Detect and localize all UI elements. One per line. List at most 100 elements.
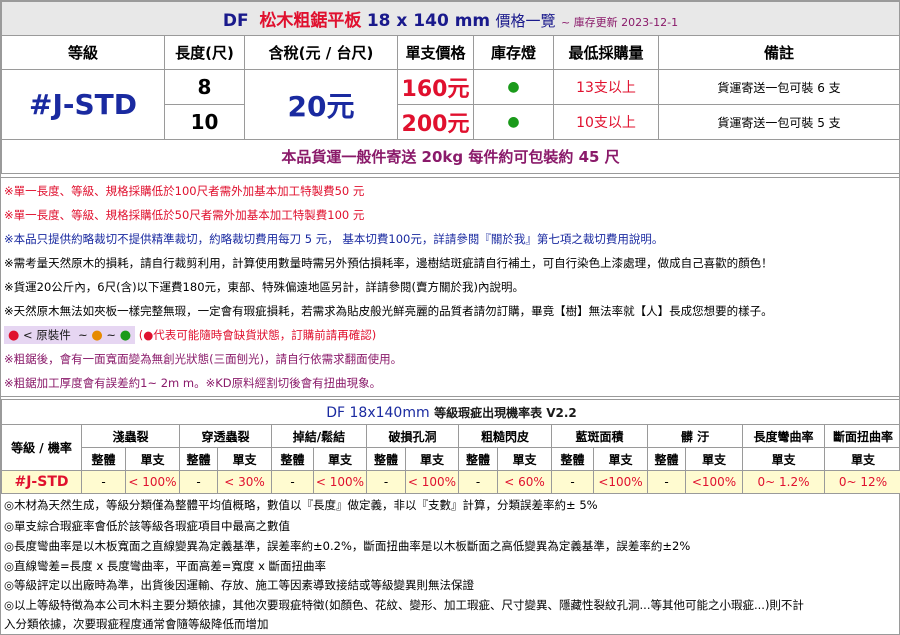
price-sheet: DF 松木粗鋸平板 18 x 140 mm 價格一覽 ~ 庫存更新 2023-1… [0, 0, 900, 635]
length-cell: 10 [164, 104, 245, 140]
whole-subheader: 整體 [458, 447, 498, 471]
price-table: DF 松木粗鋸平板 18 x 140 mm 價格一覽 ~ 庫存更新 2023-1… [0, 1, 900, 174]
defect-group-header: 破損孔洞 [366, 424, 459, 448]
whole-subheader: 整體 [366, 447, 406, 471]
defect-single-value: < 30% [217, 470, 272, 494]
defect-whole-value: - [458, 470, 498, 494]
orange-dot-icon: ● [91, 328, 103, 343]
defect-whole-value: - [366, 470, 406, 494]
footnote-line: ◎以上等級特徵為本公司木料主要分類依據，其他次要瑕疵特徵(如顏色、花紋、變形、加… [4, 598, 804, 612]
defect-group-header: 穿透蟲裂 [179, 424, 272, 448]
legend-tilde: ~ [106, 328, 117, 342]
min-qty-cell: 13支以上 [553, 69, 659, 105]
stock-dot-icon: ● [473, 69, 554, 105]
defect-subtitle: 等級瑕疵出現機率表 V2.2 [434, 405, 577, 420]
single-subheader: 單支 [125, 447, 180, 471]
defect-group-header: 髒 汙 [647, 424, 743, 448]
single-subheader: 單支 [405, 447, 459, 471]
note-line: ※單一長度、等級、規格採購低於100尺者需外加基本加工特製費50 元 [4, 184, 365, 198]
single-subheader: 單支 [593, 447, 648, 471]
whole-subheader: 整體 [179, 447, 218, 471]
title-brand: DF [222, 11, 249, 31]
note-line: ※貨運20公斤內，6尺(含)以下運費180元，東部、特殊偏遠地區另計，詳請參閱(… [4, 280, 524, 294]
legend-tilde: ~ [78, 328, 88, 342]
remark-cell: 貨運寄送一包可裝 6 支 [657, 69, 900, 105]
defect-single-value: < 100% [313, 470, 367, 494]
defect-whole-value: - [179, 470, 218, 494]
defect-table: DF 18x140mm 等級瑕疵出現機率表 V2.2 等級 / 機率 淺蟲裂 穿… [0, 399, 900, 494]
defect-title: DF 18x140mm [326, 404, 430, 421]
header-length: 長度(尺) [164, 35, 245, 70]
header-remarks: 備註 [657, 35, 900, 70]
header-unit-price: 單支價格 [397, 35, 474, 70]
defect-group-header: 粗糙閃皮 [458, 424, 552, 448]
defect-single-value: 0~ 1.2% [742, 470, 825, 494]
single-subheader: 單支 [313, 447, 367, 471]
grade-cell: #J-STD [1, 69, 165, 140]
header-stock: 庫存燈 [473, 35, 554, 70]
title-product: 松木粗鋸平板 [259, 11, 362, 31]
green-dot-icon: ● [119, 328, 132, 343]
footnote-line: ◎長度彎曲率是以木板寬面之直線變異為定義基準，誤差率約±0.2%，斷面扭曲率是以… [4, 539, 691, 553]
defect-group-header: 淺蟲裂 [81, 424, 180, 448]
unit-price-cell: 160元 [397, 69, 474, 105]
defect-whole-value: - [271, 470, 314, 494]
stock-legend: ● < 原裝件 ~ ● ~ ● (●代表可能隨時會缺貨狀態，訂購前請再確認) [4, 326, 376, 344]
single-subheader: 單支 [217, 447, 272, 471]
defect-single-value: <100% [685, 470, 743, 494]
single-subheader: 單支 [742, 447, 825, 471]
legend-label: < 原裝件 [23, 328, 71, 342]
defect-single-value: < 100% [405, 470, 459, 494]
defect-whole-value: - [81, 470, 126, 494]
length-cell: 8 [164, 69, 245, 105]
footnote-line: 入分類依據，次要瑕疵程度通常會隨等級降低而增加 [4, 617, 269, 631]
defect-single-value: < 60% [497, 470, 552, 494]
footnote-line: ◎木材為天然生成，等級分類僅為整體平均值概略，數值以『長度』做定義，非以『支數』… [4, 498, 598, 512]
defect-whole-value: - [647, 470, 686, 494]
note-line: ※粗鋸後，會有一面寬面變為無創光狀態(三面刨光)，請自行依需求翻面使用。 [4, 352, 403, 366]
title-suffix: 價格一覽 [495, 12, 556, 30]
note-line: ※本品只提供約略裁切不提供精準裁切，約略裁切費用每刀 5 元， 基本切費100元… [4, 232, 664, 246]
shipping-note: 本品貨運一般件寄送 20kg 每件約可包裝約 45 尺 [0, 139, 900, 174]
page-title: DF 松木粗鋸平板 18 x 140 mm 價格一覽 ~ 庫存更新 2023-1… [0, 1, 900, 36]
footnote-line: ◎單支綜合瑕疵率會低於該等級各瑕疵項目中最高之數值 [4, 519, 291, 533]
legend-note: (●代表可能隨時會缺貨狀態，訂購前請再確認) [138, 328, 377, 342]
defect-single-value: < 100% [125, 470, 180, 494]
defect-single-value: <100% [593, 470, 648, 494]
single-subheader: 單支 [685, 447, 743, 471]
whole-subheader: 整體 [81, 447, 126, 471]
footnote-line: ◎等級評定以出廠時為準，出貨後因運輸、存放、施工等因素導致接結或等級變異則無法保… [4, 578, 475, 592]
red-dot-icon: ● [8, 328, 20, 343]
header-min-qty: 最低採購量 [553, 35, 659, 70]
note-line: ※單一長度、等級、規格採購低於50尺者需外加基本加工特製費100 元 [4, 208, 365, 222]
stock-legend-box: ● < 原裝件 ~ ● ~ ● [4, 326, 136, 344]
title-updated: ~ 庫存更新 2023-12-1 [560, 16, 679, 29]
remark-cell: 貨運寄送一包可裝 5 支 [657, 104, 900, 140]
note-line: ※需考量天然原木的損耗，請自行裁剪利用，計算使用數量時需另外預估損耗率，邊樹結斑… [4, 256, 773, 270]
stock-dot-icon: ● [473, 104, 554, 140]
header-grade: 等級 [1, 35, 165, 70]
single-subheader: 單支 [823, 447, 900, 471]
title-dim: 18 x 140 mm [366, 11, 491, 31]
defect-single-value: 0~ 12% [823, 470, 900, 494]
defect-grade-cell: #J-STD [1, 470, 82, 494]
unit-price-cell: 200元 [397, 104, 474, 140]
price-per-unit: 20元 [244, 69, 398, 140]
defect-group-header: 長度彎曲率 [742, 424, 825, 448]
defect-group-header: 藍斑面積 [551, 424, 648, 448]
defect-whole-value: - [551, 470, 594, 494]
footnote-line: ◎直線彎差=長度 x 長度彎曲率，平面高差=寬度 x 斷面扭曲率 [4, 559, 327, 573]
whole-subheader: 整體 [647, 447, 686, 471]
defect-group-header: 斷面扭曲率 [823, 424, 900, 448]
notes-section: ※單一長度、等級、規格採購低於100尺者需外加基本加工特製費50 元 ※單一長度… [1, 177, 899, 397]
note-line: ※粗鋸加工厚度會有誤差約1~ 2m m。※KD原料經割切後會有扭曲現象。 [4, 376, 382, 390]
min-qty-cell: 10支以上 [553, 104, 659, 140]
defect-group-header: 掉結/鬆結 [271, 424, 367, 448]
defect-row-header: 等級 / 機率 [1, 424, 82, 471]
whole-subheader: 整體 [271, 447, 314, 471]
header-price-with-tax: 含稅(元 / 台尺) [244, 35, 398, 70]
whole-subheader: 整體 [551, 447, 594, 471]
note-line: ※天然原木無法如夾板一樣完整無瑕，一定會有瑕疵損耗，若需求為貼皮般光鮮亮麗的品質… [4, 304, 773, 318]
defect-table-title: DF 18x140mm 等級瑕疵出現機率表 V2.2 [0, 399, 900, 425]
single-subheader: 單支 [497, 447, 552, 471]
